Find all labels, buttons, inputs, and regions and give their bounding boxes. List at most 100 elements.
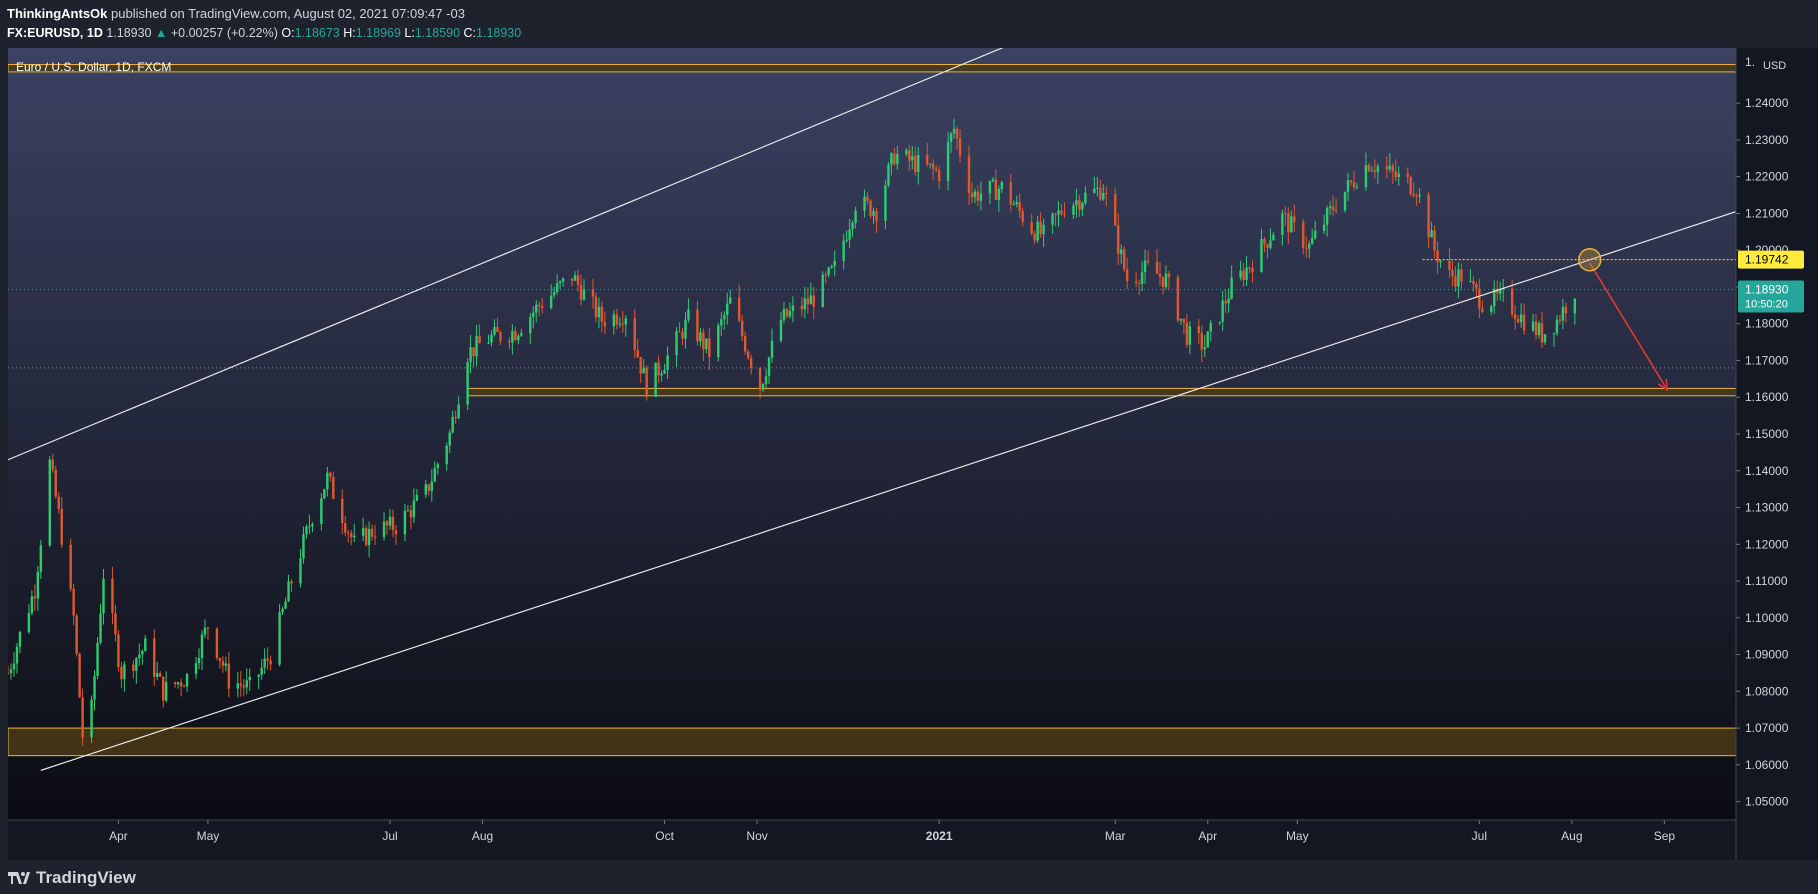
candle-body — [1161, 276, 1165, 288]
candle-body — [1239, 270, 1242, 278]
candle-body — [657, 362, 660, 376]
candle — [654, 362, 657, 398]
candle-body — [111, 578, 114, 613]
candle-body — [705, 338, 708, 350]
candle-body — [905, 150, 908, 155]
candle-body — [1418, 194, 1421, 197]
candle-body — [511, 331, 514, 343]
candle-body — [1230, 277, 1233, 299]
candle-body — [884, 185, 887, 221]
candle-body — [1391, 165, 1394, 172]
candle-body — [69, 544, 72, 589]
candle-body — [988, 181, 992, 194]
candle-body — [1021, 210, 1024, 222]
candle-body — [541, 306, 544, 309]
candle-body — [1084, 192, 1087, 204]
candle-body — [302, 534, 305, 559]
candle-body — [391, 516, 395, 531]
candle-body — [1266, 244, 1269, 248]
candle-body — [382, 521, 386, 538]
candle-body — [132, 664, 135, 671]
candle-body — [887, 164, 890, 186]
candle-body — [1245, 267, 1248, 281]
candle-body — [114, 612, 117, 635]
candle-body — [1522, 314, 1526, 331]
tradingview-brand[interactable]: TradingView — [8, 868, 136, 888]
candle-body — [224, 663, 228, 666]
candle-body — [326, 472, 329, 490]
candle-body — [1057, 210, 1060, 215]
y-tick-label: 1.07000 — [1745, 721, 1789, 735]
candle-body — [320, 498, 323, 525]
ohlc-info: FX:EURUSD, 1D 1.18930 ▲ +0.00257 (+0.22%… — [7, 26, 521, 40]
candle-body — [451, 416, 454, 433]
candle-body — [347, 532, 350, 534]
chart-title: Euro / U.S. Dollar, 1D, FXCM — [16, 60, 171, 74]
candle-body — [385, 521, 389, 526]
x-tick-label: Oct — [655, 829, 674, 843]
sr-zone-1 — [467, 387, 1736, 397]
symbol-label[interactable]: FX:EURUSD, 1D — [7, 26, 103, 40]
candle-body — [72, 588, 75, 616]
candle-body — [409, 510, 413, 518]
candle-body — [1248, 267, 1251, 269]
candle-body — [812, 295, 816, 307]
candle — [323, 488, 326, 500]
candle-body — [182, 686, 186, 688]
candle-body — [561, 278, 565, 282]
candle-body — [660, 373, 663, 376]
candle-body — [591, 289, 595, 297]
price-chart[interactable]: 1.05000 1.06000 1.07000 1.08000 1.09000 1.100… — [0, 48, 1818, 860]
candle — [1114, 188, 1117, 227]
candle-body — [770, 340, 774, 358]
candle-body — [911, 156, 914, 161]
y-tick-label: 1.17000 — [1745, 353, 1789, 367]
y-axis-top-label: 1. — [1745, 55, 1755, 69]
candle-body — [1534, 321, 1538, 336]
candle-body — [624, 318, 627, 325]
candle-body — [1311, 238, 1314, 244]
author-name[interactable]: ThinkingAntsOk — [7, 6, 107, 21]
candle-body — [51, 459, 54, 470]
candle-body — [263, 658, 266, 668]
candle — [717, 322, 720, 362]
candle-body — [1472, 280, 1475, 284]
candle-body — [830, 266, 833, 268]
candle-body — [642, 367, 645, 374]
candle-body — [457, 404, 460, 419]
x-tick-label: Mar — [1105, 829, 1126, 843]
low-value: 1.18590 — [414, 26, 461, 40]
candle-body — [299, 558, 302, 584]
candle-body — [12, 663, 16, 670]
candle-body — [93, 675, 96, 700]
candle-body — [842, 240, 845, 261]
candle-body — [1075, 200, 1078, 206]
candle — [645, 365, 648, 401]
candle-body — [579, 284, 583, 300]
candle-body — [758, 368, 762, 390]
x-tick-label: Sep — [1654, 829, 1676, 843]
candle-body — [800, 305, 804, 310]
candle-body — [1457, 269, 1460, 287]
candle-body — [785, 308, 789, 317]
candle-body — [1475, 283, 1478, 289]
candle-body — [809, 295, 813, 305]
candle-body — [603, 321, 607, 327]
candle-body — [197, 658, 201, 664]
y-tick-label: 1.12000 — [1745, 537, 1789, 551]
footer: TradingView — [0, 860, 1818, 894]
candle-body — [928, 163, 932, 165]
candle-body — [1519, 314, 1523, 323]
candle-body — [1448, 260, 1451, 270]
candle-body — [39, 545, 43, 572]
candle-body — [394, 530, 398, 535]
candle-body — [153, 638, 156, 677]
bar-countdown-label: 10:50:20 — [1745, 299, 1788, 311]
candle-body — [1164, 273, 1168, 288]
candle — [1206, 331, 1209, 348]
candle — [90, 695, 93, 744]
candle-body — [1412, 193, 1415, 196]
candle-body — [1182, 318, 1186, 323]
candle-body — [1105, 193, 1108, 195]
candle-body — [570, 278, 574, 281]
